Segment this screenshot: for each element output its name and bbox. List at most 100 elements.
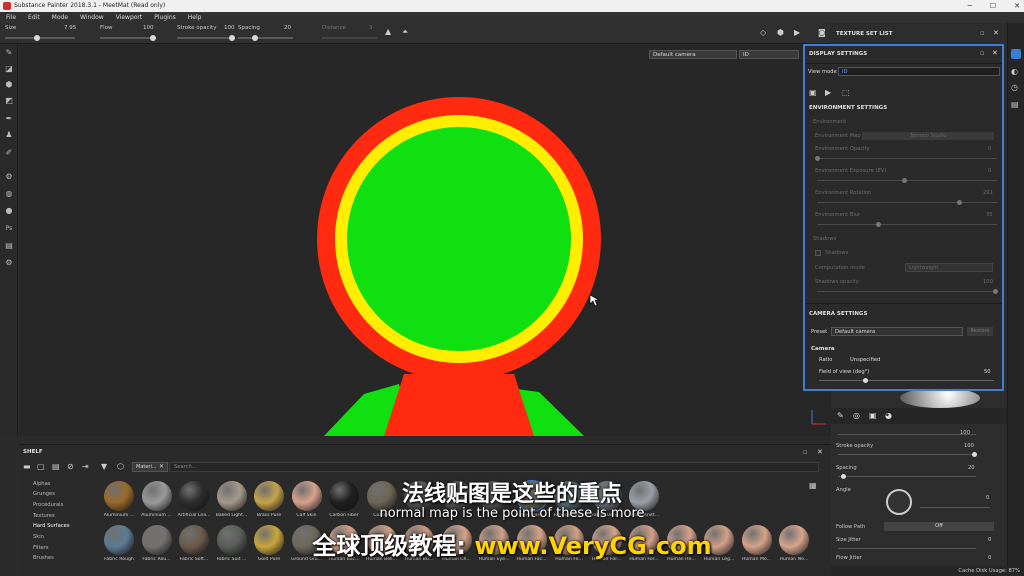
menu-window[interactable]: Window bbox=[80, 12, 104, 23]
projection-icon[interactable]: ⬢ bbox=[4, 80, 14, 90]
filter-icon[interactable]: ▼ bbox=[101, 462, 107, 471]
menu-plugins[interactable]: Plugins bbox=[154, 12, 176, 23]
lazy-mouse-icon[interactable]: ⏶ bbox=[402, 27, 408, 37]
cube-icon[interactable]: ⬢ bbox=[777, 28, 784, 37]
size-slider[interactable] bbox=[5, 37, 75, 39]
meetmat-model[interactable] bbox=[19, 44, 831, 436]
env-blur-value[interactable]: 35 bbox=[986, 212, 993, 218]
shader-settings-icon[interactable]: ◐ bbox=[1011, 67, 1018, 76]
photoshop-icon[interactable]: Ps bbox=[4, 224, 14, 234]
prop-spacing-value[interactable]: 20 bbox=[968, 465, 975, 471]
shadows-opacity-knob[interactable] bbox=[993, 289, 998, 294]
brush-tab-icon[interactable]: ✎ bbox=[837, 411, 844, 420]
paint-brush-icon[interactable]: ✎ bbox=[4, 48, 14, 58]
stencil-tab-icon[interactable]: ▣ bbox=[869, 411, 877, 420]
env-opacity-value[interactable]: 0 bbox=[988, 146, 991, 152]
settings-icon[interactable]: ⚙ bbox=[4, 258, 14, 268]
eraser-icon[interactable]: ◪ bbox=[4, 64, 14, 74]
material-tab-icon[interactable]: ◕ bbox=[885, 411, 892, 420]
panel-float-icon[interactable]: ▫ bbox=[980, 29, 985, 37]
export-shelf-icon[interactable]: ⇥ bbox=[82, 462, 89, 471]
flow-slider[interactable] bbox=[100, 37, 155, 39]
close-icon[interactable]: ✕ bbox=[1014, 0, 1020, 12]
view-mode-select[interactable]: ID bbox=[838, 67, 1000, 76]
import-icon[interactable]: ▤ bbox=[52, 462, 60, 471]
shelf-float-icon[interactable]: ▫ bbox=[803, 448, 808, 456]
env-rotation-value[interactable]: 291 bbox=[983, 190, 993, 196]
fov-knob[interactable] bbox=[863, 378, 868, 383]
color-picker-icon[interactable]: ✐ bbox=[4, 148, 14, 158]
camera-tab-icon[interactable]: ▶ bbox=[825, 88, 831, 97]
computation-mode-select[interactable]: Lightweight bbox=[905, 263, 993, 272]
folder-icon[interactable]: ▬ bbox=[23, 462, 31, 471]
env-map-button[interactable]: Tomoco Studio bbox=[862, 132, 994, 140]
env-exposure-knob[interactable] bbox=[902, 178, 907, 183]
menu-file[interactable]: File bbox=[6, 12, 16, 23]
env-blur-slider[interactable] bbox=[817, 224, 997, 225]
preset-select[interactable]: Default camera bbox=[831, 327, 963, 336]
tag-icon[interactable]: ⬡ bbox=[117, 462, 124, 471]
bake-icon[interactable]: ⚙ bbox=[4, 172, 14, 182]
prop-stroke-opacity-slider[interactable] bbox=[838, 454, 976, 455]
shadows-checkbox[interactable] bbox=[815, 250, 821, 256]
export-icon[interactable]: ▤ bbox=[4, 241, 14, 251]
viewer-tab-icon[interactable]: ⬚ bbox=[842, 88, 850, 97]
smudge-icon[interactable]: ✒ bbox=[4, 114, 14, 124]
menu-mode[interactable]: Mode bbox=[52, 12, 68, 23]
stroke-opacity-knob[interactable] bbox=[229, 35, 235, 41]
minimize-icon[interactable]: ─ bbox=[968, 0, 972, 12]
prop-top-slider[interactable] bbox=[838, 434, 976, 435]
select-icon[interactable]: ◇ bbox=[760, 28, 766, 37]
display-settings-close-icon[interactable]: ✕ bbox=[992, 49, 998, 57]
display-settings-icon[interactable] bbox=[1011, 49, 1021, 59]
panel-close-icon[interactable]: ✕ bbox=[993, 29, 999, 37]
new-item-icon[interactable]: ▢ bbox=[37, 462, 45, 471]
flow-value[interactable]: 100 bbox=[143, 25, 154, 31]
menu-viewport[interactable]: Viewport bbox=[116, 12, 143, 23]
hide-icon[interactable]: ⊘ bbox=[67, 462, 74, 471]
spacing-value[interactable]: 20 bbox=[284, 25, 291, 31]
alpha-tab-icon[interactable]: ◎ bbox=[853, 411, 860, 420]
fov-slider[interactable] bbox=[819, 380, 994, 381]
env-opacity-knob[interactable] bbox=[815, 156, 820, 161]
symmetry-icon[interactable]: ▲ bbox=[385, 27, 391, 36]
ratio-value[interactable]: Unspecified bbox=[850, 357, 880, 363]
env-rotation-slider[interactable] bbox=[817, 202, 997, 203]
flow-slider-knob[interactable] bbox=[150, 35, 156, 41]
shadows-opacity-slider[interactable] bbox=[817, 291, 997, 292]
display-settings-float-icon[interactable]: ▫ bbox=[980, 49, 985, 57]
prop-top-value[interactable]: 100 bbox=[960, 430, 970, 436]
clone-icon[interactable]: ♟ bbox=[4, 130, 14, 140]
prop-stroke-opacity-knob[interactable] bbox=[972, 452, 977, 457]
maximize-icon[interactable]: ☐ bbox=[990, 0, 996, 12]
stroke-opacity-slider[interactable] bbox=[177, 37, 234, 39]
log-icon[interactable]: ▤ bbox=[1011, 100, 1019, 109]
fov-value[interactable]: 50 bbox=[984, 369, 991, 375]
menu-edit[interactable]: Edit bbox=[28, 12, 40, 23]
env-opacity-slider[interactable] bbox=[817, 158, 997, 159]
env-blur-knob[interactable] bbox=[876, 222, 881, 227]
size-slider-knob[interactable] bbox=[34, 35, 40, 41]
env-exposure-slider[interactable] bbox=[817, 180, 997, 181]
prop-stroke-opacity-value[interactable]: 100 bbox=[964, 443, 974, 449]
camera-icon[interactable]: ▶ bbox=[794, 28, 800, 37]
material-icon[interactable]: ◍ bbox=[4, 189, 14, 199]
shelf-close-icon[interactable]: ✕ bbox=[817, 448, 823, 456]
spacing-knob[interactable] bbox=[252, 35, 258, 41]
environment-tab-icon[interactable]: ▣ bbox=[809, 88, 817, 97]
size-value[interactable]: 7.95 bbox=[64, 25, 76, 31]
tab-close-icon[interactable]: ✕ bbox=[159, 463, 164, 470]
menu-help[interactable]: Help bbox=[188, 12, 202, 23]
shadows-opacity-value[interactable]: 100 bbox=[983, 279, 993, 285]
spacing-slider[interactable] bbox=[238, 37, 293, 39]
env-exposure-value[interactable]: 0 bbox=[988, 168, 991, 174]
sphere-icon[interactable]: ● bbox=[4, 206, 14, 216]
env-rotation-knob[interactable] bbox=[957, 200, 962, 205]
history-icon[interactable]: ◷ bbox=[1011, 83, 1018, 92]
screenshot-icon[interactable]: ◙ bbox=[818, 28, 826, 37]
polygon-fill-icon[interactable]: ◩ bbox=[4, 96, 14, 106]
3d-viewport[interactable]: Default camera ID bbox=[19, 44, 831, 436]
restore-button[interactable]: Restore bbox=[967, 327, 993, 336]
stroke-opacity-value[interactable]: 100 bbox=[224, 25, 235, 31]
shelf-search-input[interactable]: Search... bbox=[169, 462, 819, 472]
